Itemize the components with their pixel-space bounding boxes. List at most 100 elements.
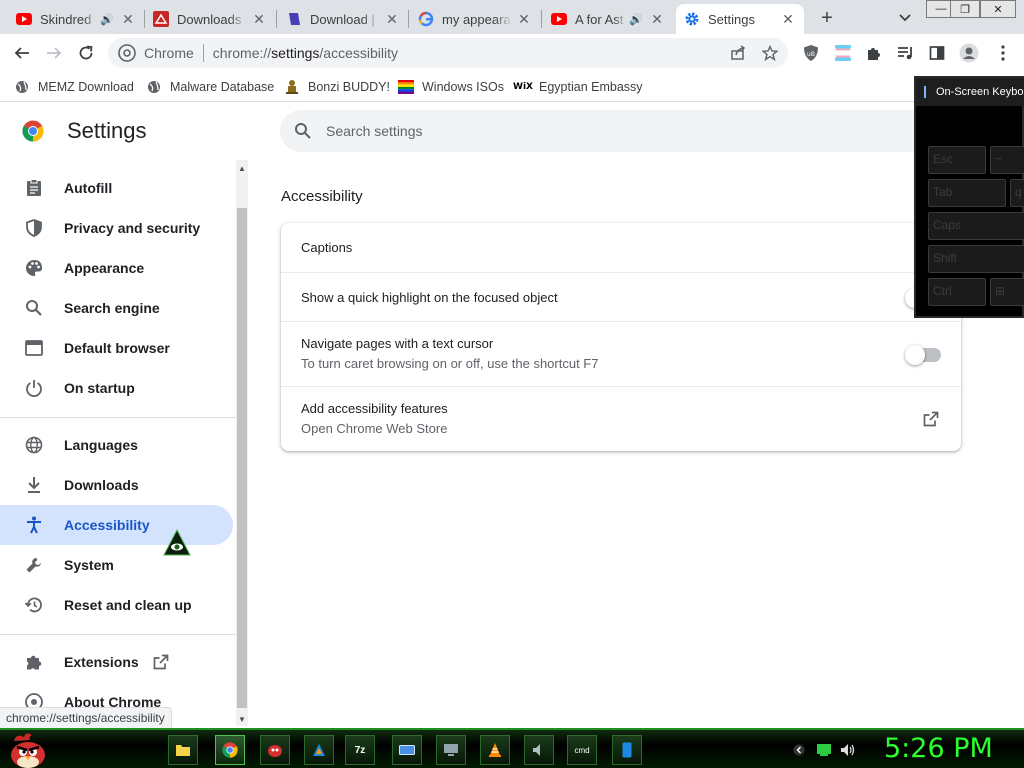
speaker-icon[interactable]: 🔊	[629, 13, 643, 26]
sidebar-scrollbar[interactable]: ▲ ▼	[236, 160, 248, 726]
taskbar-clock[interactable]: 5:26 PM	[884, 733, 993, 764]
on-screen-keyboard-window[interactable]: On-Screen Keyboard Esc ~ Tab q Caps Shif…	[914, 76, 1024, 318]
omnibox-divider	[202, 44, 204, 62]
profile-avatar-icon[interactable]	[958, 42, 980, 64]
side-panel-icon[interactable]	[926, 42, 948, 64]
sidebar-item-extensions[interactable]: Extensions	[0, 642, 233, 682]
osk-key-tab[interactable]: Tab	[928, 179, 1006, 207]
reload-button[interactable]	[74, 41, 98, 65]
toggle-knob	[905, 345, 925, 365]
row-caret-browsing[interactable]: Navigate pages with a text cursor To tur…	[281, 321, 961, 386]
accessibility-icon	[24, 515, 44, 535]
angry-bird-start-icon[interactable]	[6, 731, 50, 768]
back-button[interactable]	[10, 41, 34, 65]
site-chip-label: Chrome	[144, 45, 194, 61]
bookmark-bonzi-buddy[interactable]: Bonzi BUDDY!	[284, 76, 390, 98]
puzzle-icon[interactable]	[863, 42, 885, 64]
close-icon[interactable]: ✕	[120, 11, 136, 27]
sidebar-item-appearance[interactable]: Appearance	[0, 248, 233, 288]
bookmark-malware-database[interactable]: Malware Database	[146, 76, 274, 98]
sidebar-item-privacy[interactable]: Privacy and security	[0, 208, 233, 248]
forward-button[interactable]	[42, 41, 66, 65]
close-window-button[interactable]: ✕	[980, 0, 1016, 18]
wrench-icon	[24, 555, 44, 575]
media-queue-icon[interactable]	[895, 42, 917, 64]
scroll-down-arrow[interactable]: ▼	[236, 713, 248, 725]
winamp-icon[interactable]	[304, 735, 334, 765]
sidebar-item-languages[interactable]: Languages	[0, 425, 233, 465]
address-bar[interactable]: Chrome chrome://settings/accessibility	[108, 38, 788, 68]
row-label: Add accessibility features	[301, 401, 448, 416]
sidebar-item-autofill[interactable]: Autofill	[0, 168, 233, 208]
close-icon[interactable]: ✕	[780, 11, 796, 27]
site-info-chip[interactable]: Chrome	[108, 44, 194, 62]
new-tab-button[interactable]: +	[815, 6, 839, 30]
bookmark-memz[interactable]: MEMZ Download	[14, 76, 134, 98]
phone-icon[interactable]	[612, 735, 642, 765]
tab-settings[interactable]: Settings ✕	[676, 4, 804, 34]
close-icon[interactable]: ✕	[649, 11, 665, 27]
sidebar-item-on-startup[interactable]: On startup	[0, 368, 233, 408]
speaker-icon[interactable]	[524, 735, 554, 765]
network-icon[interactable]	[816, 742, 832, 758]
close-icon[interactable]: ✕	[516, 11, 532, 27]
osk-key-tilde[interactable]: ~	[990, 146, 1024, 174]
osk-key-esc[interactable]: Esc	[928, 146, 986, 174]
star-icon[interactable]	[760, 43, 780, 63]
power-icon	[24, 378, 44, 398]
osk-key-ctrl[interactable]: Ctrl	[928, 278, 986, 306]
pride-flag-extension-icon[interactable]	[832, 42, 854, 64]
cmd-icon[interactable]: cmd	[567, 735, 597, 765]
speaker-icon[interactable]: 🔊	[100, 13, 114, 26]
sidebar-item-search-engine[interactable]: Search engine	[0, 288, 233, 328]
svg-text:uB: uB	[807, 51, 815, 58]
tab-downloads[interactable]: Downloads - ✕	[145, 4, 275, 34]
search-settings-box[interactable]	[280, 110, 930, 152]
open-in-new-icon[interactable]	[921, 409, 941, 429]
7zip-icon[interactable]: 7z	[345, 735, 375, 765]
tab-a-for-ast[interactable]: A for Ast 🔊 ✕	[543, 4, 673, 34]
osk-title-bar[interactable]: On-Screen Keyboard	[916, 78, 1024, 106]
tab-skindred[interactable]: Skindred 🔊 ✕	[8, 4, 144, 34]
vlc-icon[interactable]	[480, 735, 510, 765]
osk-key-q[interactable]: q	[1010, 179, 1024, 207]
close-icon[interactable]: ✕	[251, 11, 267, 27]
osk-key-win[interactable]: ⊞	[990, 278, 1024, 306]
sidebar-item-label: On startup	[64, 380, 135, 396]
scroll-up-arrow[interactable]: ▲	[236, 162, 248, 174]
tab-download-site[interactable]: Download | f ✕	[278, 4, 408, 34]
search-input[interactable]	[326, 123, 826, 139]
row-sublabel: To turn caret browsing on or off, use th…	[301, 356, 599, 371]
sidebar-item-reset[interactable]: Reset and clean up	[0, 585, 233, 625]
kebab-menu-icon[interactable]	[992, 42, 1014, 64]
sidebar-item-system[interactable]: System	[0, 545, 233, 585]
folder-icon[interactable]	[168, 735, 198, 765]
chevron-down-icon[interactable]	[895, 8, 915, 28]
tab-label: A for Ast	[575, 11, 624, 27]
angry-birds-icon[interactable]	[260, 735, 290, 765]
search-icon	[24, 298, 44, 318]
caret-browsing-toggle[interactable]	[905, 345, 941, 365]
chrome-icon[interactable]	[215, 735, 245, 765]
chevron-left-icon[interactable]	[791, 742, 807, 758]
bookmark-label: Bonzi BUDDY!	[308, 80, 390, 94]
scroll-thumb[interactable]	[237, 208, 247, 708]
restore-button[interactable]: ❐	[950, 0, 980, 18]
computer-icon[interactable]	[436, 735, 466, 765]
row-focus-highlight[interactable]: Show a quick highlight on the focused ob…	[281, 272, 961, 321]
close-icon[interactable]: ✕	[384, 11, 400, 27]
osk-key-shift[interactable]: Shift	[928, 245, 1024, 273]
ublock-icon[interactable]: uB	[800, 42, 822, 64]
bookmark-windows-isos[interactable]: Windows ISOs	[398, 76, 504, 98]
bookmark-egyptian-embassy[interactable]: WiX Egyptian Embassy	[513, 76, 643, 98]
share-icon[interactable]	[728, 43, 748, 63]
keyboard-icon[interactable]	[392, 735, 422, 765]
sidebar-item-accessibility[interactable]: Accessibility	[0, 505, 233, 545]
row-captions[interactable]: Captions	[281, 223, 961, 272]
sidebar-item-default-browser[interactable]: Default browser	[0, 328, 233, 368]
row-add-accessibility-features[interactable]: Add accessibility features Open Chrome W…	[281, 386, 961, 451]
volume-icon[interactable]	[840, 742, 856, 758]
tab-google-search[interactable]: my appearan ✕	[410, 4, 540, 34]
osk-key-caps[interactable]: Caps	[928, 212, 1024, 240]
sidebar-item-downloads[interactable]: Downloads	[0, 465, 233, 505]
